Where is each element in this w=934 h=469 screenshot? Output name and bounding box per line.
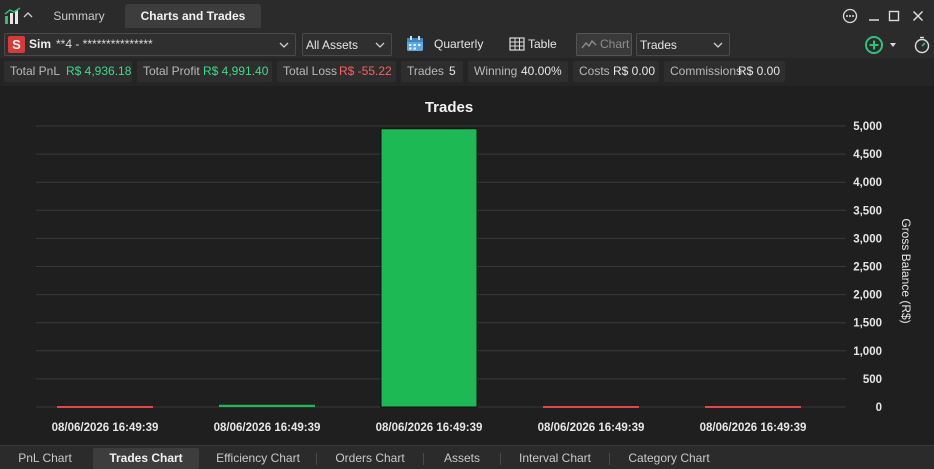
stat-commissions: Commissions R$ 0.00 (664, 61, 785, 82)
chevron-down-icon (279, 42, 289, 48)
account-number: **4 - *************** (56, 37, 153, 51)
tab-summary[interactable]: Summary (38, 4, 120, 28)
account-select[interactable]: S Sim **4 - *************** (4, 33, 296, 56)
stat-trades: Trades 5 (401, 61, 463, 82)
y-tick-label: 2,500 (853, 262, 882, 274)
y-tick-label: 1,000 (853, 346, 882, 358)
close-icon[interactable] (910, 8, 926, 24)
tab-charts-and-trades[interactable]: Charts and Trades (125, 4, 261, 28)
stat-label: Trades (407, 64, 444, 78)
stat-total-pnl: Total PnL R$ 4,936.18 (4, 61, 132, 82)
stat-label: Total Profit (143, 64, 200, 78)
y-tick-label: 1,500 (853, 318, 882, 330)
stats-bar: Total PnL R$ 4,936.18 Total Profit R$ 4,… (0, 58, 934, 86)
y-tick-label: 4,500 (853, 149, 882, 161)
app-logo-icon (4, 7, 21, 24)
y-tick-label: 4,000 (853, 177, 882, 189)
stopwatch-icon[interactable] (913, 35, 931, 55)
chevron-down-icon (375, 42, 385, 48)
table-icon (509, 37, 525, 51)
account-badge: S (8, 36, 25, 53)
tab-separator (316, 453, 317, 465)
more-options-icon[interactable] (842, 8, 858, 24)
add-circle-icon[interactable] (864, 35, 884, 55)
chart-title: Trades (425, 99, 473, 116)
account-name: Sim (29, 37, 52, 51)
chart-view-select[interactable]: Trades (636, 33, 730, 56)
stat-total-loss: Total Loss R$ -55.22 (277, 61, 396, 82)
stat-label: Total PnL (10, 64, 61, 78)
table-view-label: Table (528, 37, 557, 51)
bar (219, 404, 315, 407)
tab-category-chart[interactable]: Category Chart (613, 448, 725, 469)
line-chart-icon (581, 39, 597, 49)
stat-winning: Winning 40.00% (468, 61, 568, 82)
bar (57, 406, 153, 408)
chart-view-button[interactable]: Chart (576, 33, 632, 56)
bar (705, 406, 801, 408)
title-bar: Summary Charts and Trades (0, 0, 934, 32)
x-tick-label: 08/06/2026 16:49:39 (538, 422, 645, 434)
tab-separator (500, 453, 501, 465)
tab-efficiency-chart[interactable]: Efficiency Chart (203, 448, 313, 469)
trades-chart: Trades 0 500 1,000 1,500 2,000 2,500 3,000 3,500… (0, 86, 934, 445)
maximize-icon[interactable] (886, 8, 902, 24)
stat-label: Costs (579, 64, 610, 78)
stat-value: R$ 0.00 (738, 64, 781, 78)
stat-value: R$ 0.00 (613, 64, 656, 78)
y-tick-label: 3,000 (853, 233, 882, 245)
chart-view-select-value: Trades (640, 38, 677, 52)
tab-assets[interactable]: Assets (427, 448, 497, 469)
x-tick-label: 08/06/2026 16:49:39 (376, 422, 483, 434)
y-tick-label: 0 (876, 402, 882, 414)
stat-value: 5 (449, 64, 456, 78)
stat-costs: Costs R$ 0.00 (573, 61, 659, 82)
x-tick-label: 08/06/2026 16:49:39 (700, 422, 807, 434)
stat-value: R$ -55.22 (339, 64, 392, 78)
y-axis-label: Gross Balance (R$) (899, 218, 913, 323)
tab-trades-chart[interactable]: Trades Chart (93, 448, 199, 469)
chevron-down-icon (713, 42, 723, 48)
assets-select[interactable]: All Assets (302, 33, 392, 56)
chart-canvas: Trades 0 500 1,000 1,500 2,000 2,500 3,000 3,500… (36, 99, 913, 434)
y-tick-label: 2,000 (853, 290, 882, 302)
chevron-down-icon[interactable] (888, 41, 898, 49)
stat-value: 40.00% (521, 64, 562, 78)
calendar-icon (407, 36, 423, 51)
stat-value: R$ 4,991.40 (203, 64, 269, 78)
y-tick-label: 500 (863, 374, 882, 386)
stat-total-profit: Total Profit R$ 4,991.40 (137, 61, 272, 82)
toolbar: S Sim **4 - *************** All Assets Q… (0, 32, 934, 58)
bar (543, 406, 639, 408)
minimize-icon[interactable] (866, 8, 882, 24)
tab-pnl-chart[interactable]: PnL Chart (4, 448, 86, 469)
chart-view-label: Chart (600, 37, 630, 51)
chevron-up-icon[interactable] (22, 9, 34, 21)
y-tick-label: 5,000 (853, 121, 882, 133)
period-button[interactable]: Quarterly (405, 33, 495, 56)
tab-separator (609, 453, 610, 465)
table-view-button[interactable]: Table (508, 33, 568, 56)
tab-orders-chart[interactable]: Orders Chart (320, 448, 420, 469)
tab-separator (423, 453, 424, 465)
bar (380, 128, 478, 408)
assets-select-value: All Assets (306, 38, 359, 52)
stat-label: Commissions (670, 64, 743, 78)
bottom-tab-bar: PnL Chart Trades Chart Efficiency Chart … (0, 445, 934, 469)
y-tick-label: 3,500 (853, 205, 882, 217)
stat-label: Winning (474, 64, 518, 78)
x-tick-label: 08/06/2026 16:49:39 (214, 422, 321, 434)
stat-value: R$ 4,936.18 (66, 64, 132, 78)
tab-interval-chart[interactable]: Interval Chart (504, 448, 606, 469)
x-tick-label: 08/06/2026 16:49:39 (52, 422, 159, 434)
stat-label: Total Loss (283, 64, 338, 78)
period-label: Quarterly (434, 37, 484, 51)
